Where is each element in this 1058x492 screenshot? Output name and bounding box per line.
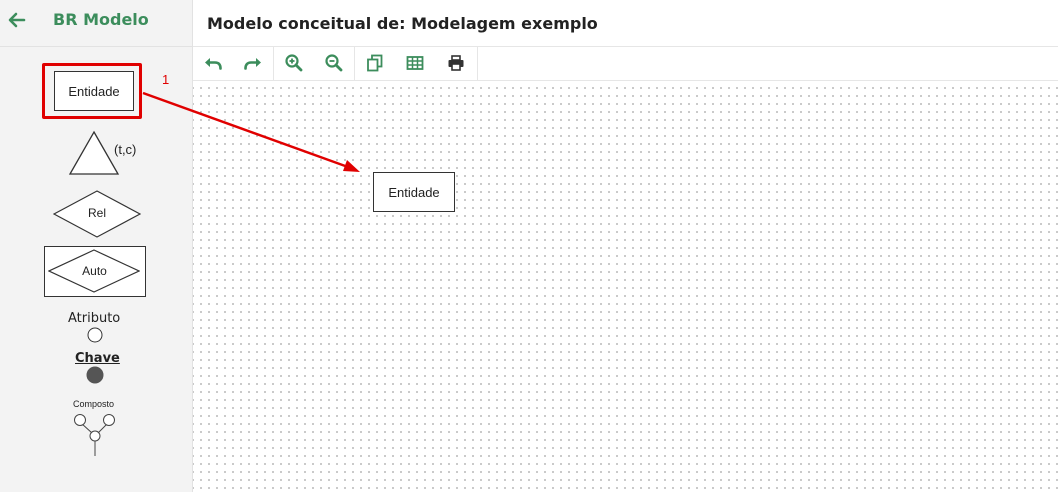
palette-associative-label: Auto <box>82 264 107 278</box>
specialization-label: (t,c) <box>114 142 137 157</box>
table-icon <box>406 56 424 70</box>
zoom-out-button[interactable] <box>314 47 354 79</box>
canvas-entity[interactable]: Entidade <box>373 172 455 212</box>
arrow-left-icon[interactable] <box>8 11 26 29</box>
palette-relationship[interactable]: Rel <box>53 190 141 238</box>
copy-icon <box>367 54 383 72</box>
redo-icon <box>244 58 261 70</box>
palette-entity[interactable]: Entidade <box>54 71 134 111</box>
attribute-label: Atributo <box>68 311 121 326</box>
app-title: BR Modelo <box>53 10 149 29</box>
step-number: 1 <box>162 72 170 87</box>
print-icon <box>448 55 464 71</box>
brand-header: BR Modelo <box>0 0 192 47</box>
main-header: Modelo conceitual de: Modelagem exemplo <box>193 0 1058 47</box>
palette-key-attribute[interactable] <box>86 366 104 384</box>
print-button[interactable] <box>436 47 476 79</box>
composite-attribute-label: Composto <box>73 399 115 409</box>
palette-attribute[interactable] <box>87 327 103 343</box>
palette-composite-attribute[interactable] <box>72 411 118 457</box>
toolbar-divider <box>477 47 478 80</box>
sidebar: BR Modelo Entidade 1 (t,c) Rel Auto Atri… <box>0 0 193 492</box>
zoom-out-icon <box>325 54 343 72</box>
key-attribute-label: Chave <box>75 351 120 366</box>
zoom-in-button[interactable] <box>274 47 314 79</box>
palette-relationship-label: Rel <box>87 206 106 220</box>
palette-associative-entity[interactable]: Auto <box>44 246 146 297</box>
zoom-in-icon <box>285 54 303 72</box>
toolbar <box>193 47 1058 81</box>
undo-button[interactable] <box>193 47 233 79</box>
duplicate-button[interactable] <box>355 47 395 79</box>
palette-entity-label: Entidade <box>68 83 120 99</box>
redo-button[interactable] <box>233 47 273 79</box>
table-button[interactable] <box>395 47 435 79</box>
canvas-entity-label: Entidade <box>388 184 440 200</box>
undo-icon <box>205 58 222 70</box>
diagram-canvas[interactable] <box>193 81 1058 492</box>
page-title: Modelo conceitual de: Modelagem exemplo <box>207 14 598 33</box>
palette-specialization[interactable] <box>68 130 120 176</box>
